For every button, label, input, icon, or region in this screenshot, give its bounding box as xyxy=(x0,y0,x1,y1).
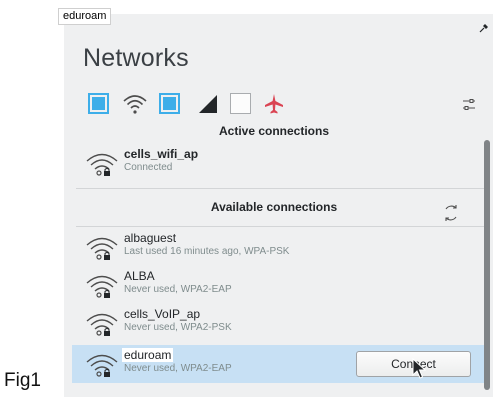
toolbar xyxy=(88,93,478,117)
wifi-icon xyxy=(123,95,147,114)
network-name-text: eduroam xyxy=(122,348,174,362)
network-status: Connected xyxy=(124,162,173,173)
network-name: albaguest xyxy=(124,231,177,245)
settings-icon[interactable] xyxy=(462,98,476,112)
mouse-cursor-icon xyxy=(412,358,426,379)
network-status: Last used 16 minutes ago, WPA-PSK xyxy=(124,246,290,257)
list-item-available-2[interactable]: cells_VoIP_ap Never used, WPA2-PSK xyxy=(72,304,484,342)
connection-list: Active connections cells_wifi_ap Connect… xyxy=(64,122,493,397)
figure-label: Fig1 xyxy=(4,370,41,391)
airplane-mode-toggle[interactable] xyxy=(230,93,251,114)
list-item-available-0[interactable]: albaguest Last used 16 minutes ago, WPA-… xyxy=(72,228,484,266)
pin-icon[interactable] xyxy=(479,23,489,33)
section-divider xyxy=(76,226,484,227)
network-status: Never used, WPA2-EAP xyxy=(124,363,232,374)
mobile-broadband-toggle[interactable] xyxy=(159,93,180,114)
wifi-locked-icon xyxy=(86,237,118,260)
wifi-locked-icon xyxy=(86,354,118,377)
network-status: Never used, WPA2-EAP xyxy=(124,284,232,295)
wifi-locked-icon xyxy=(86,313,118,336)
scrollbar[interactable] xyxy=(484,140,490,390)
network-status: Never used, WPA2-PSK xyxy=(124,322,232,333)
panel-title: Networks xyxy=(83,44,189,72)
network-name: cells_VoIP_ap xyxy=(124,307,201,321)
list-item-available-1[interactable]: ALBA Never used, WPA2-EAP xyxy=(72,266,484,304)
signal-icon xyxy=(199,95,217,113)
tooltip: eduroam xyxy=(58,8,112,25)
refresh-icon[interactable] xyxy=(442,204,460,222)
wifi-toggle[interactable] xyxy=(88,93,109,114)
available-connections-header: Available connections xyxy=(210,200,338,214)
wifi-locked-icon xyxy=(86,153,118,176)
active-connections-header: Active connections xyxy=(218,124,330,138)
networks-panel: Networks Active connections cells_wifi_a… xyxy=(64,14,493,397)
section-divider xyxy=(76,188,484,189)
airplane-icon xyxy=(265,94,283,114)
network-name: cells_wifi_ap xyxy=(124,147,199,161)
network-name: eduroam xyxy=(122,348,174,362)
network-name: ALBA xyxy=(124,269,155,283)
wifi-locked-icon xyxy=(86,275,118,298)
list-item-active-0[interactable]: cells_wifi_ap Connected xyxy=(72,144,484,182)
